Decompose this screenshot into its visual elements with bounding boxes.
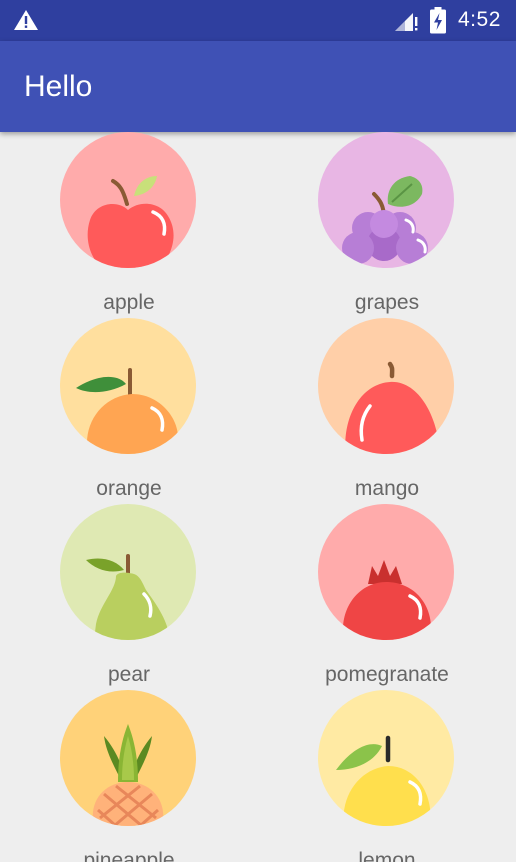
fruit-label-pomegranate: pomegranate [325,663,449,686]
pear-icon [60,504,196,640]
app-title: Hello [24,70,93,103]
fruit-label-pineapple: pineapple [83,849,175,862]
fruit-item-pear[interactable]: pear [0,504,258,690]
app-bar: Hello [0,41,516,132]
fruit-grid: apple grapes orange mango pear pomegrana… [0,132,516,862]
battery-charging-icon [429,7,447,39]
warning-icon [13,9,39,36]
fruit-item-grapes[interactable]: grapes [258,132,516,318]
status-bar: 4:52 [0,0,516,41]
fruit-item-pineapple[interactable]: pineapple [0,690,258,862]
apple-icon [60,132,196,268]
pomegranate-icon [318,504,454,640]
fruit-item-apple[interactable]: apple [0,132,258,318]
fruit-item-mango[interactable]: mango [258,318,516,504]
grapes-icon [318,132,454,268]
lemon-icon [318,690,454,826]
orange-icon [60,318,196,454]
fruit-label-mango: mango [354,477,420,500]
fruit-label-apple: apple [103,291,155,314]
mango-icon [318,318,454,454]
fruit-item-pomegranate[interactable]: pomegranate [258,504,516,690]
fruit-label-pear: pear [107,663,151,686]
fruit-label-orange: orange [96,477,162,500]
signal-icon [393,10,421,37]
fruit-item-lemon[interactable]: lemon [258,690,516,862]
status-time: 4:52 [458,8,501,31]
pineapple-icon [60,690,196,826]
fruit-item-orange[interactable]: orange [0,318,258,504]
fruit-label-lemon: lemon [358,849,416,862]
fruit-label-grapes: grapes [354,291,420,314]
